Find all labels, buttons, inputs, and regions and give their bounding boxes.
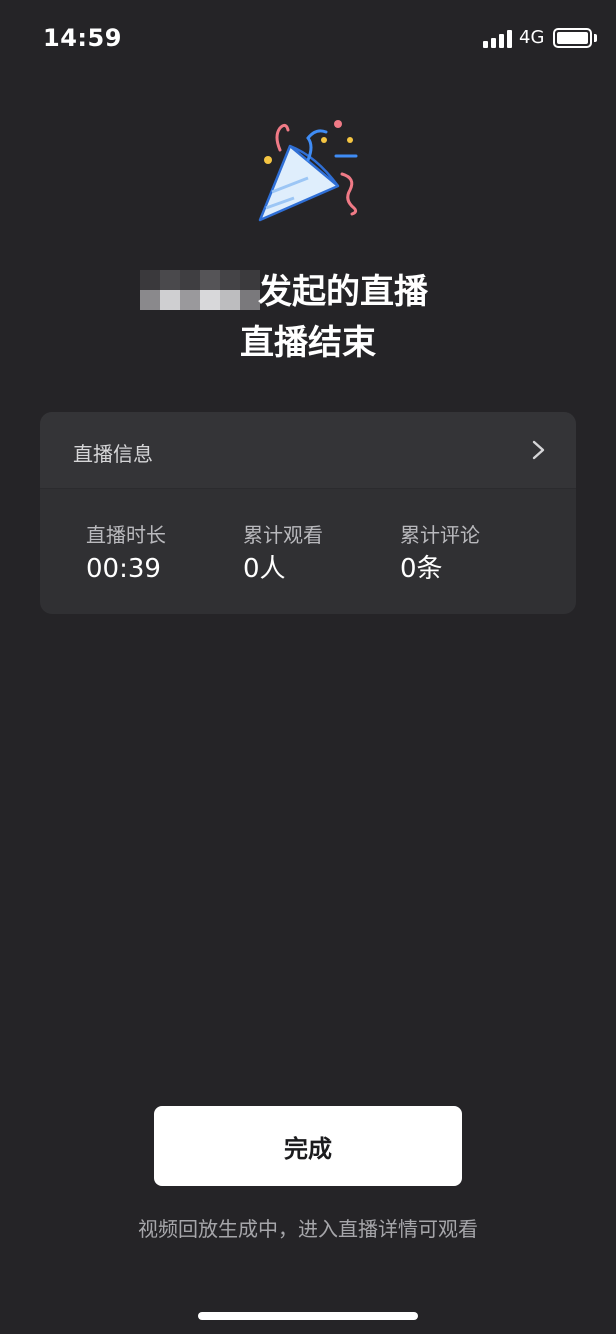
live-info-title: 直播信息 [73, 442, 153, 466]
stat-label: 累计观看 [243, 523, 323, 547]
title-line-1: 发起的直播 [140, 270, 480, 314]
stat-value: 0人 [243, 554, 286, 584]
stat-views: 累计观看 0人 [243, 520, 393, 586]
stat-duration: 直播时长 00:39 [86, 520, 236, 586]
stat-comments: 累计评论 0条 [400, 520, 550, 586]
card-divider [40, 488, 576, 489]
screen: 14:59 4G 发起的直播 直播结束 直播信息 直播时长 00:39 累计观看… [0, 0, 616, 1334]
signal-icon [483, 30, 513, 48]
stat-label: 累计评论 [400, 523, 480, 547]
battery-icon [553, 28, 592, 48]
home-indicator[interactable] [198, 1312, 418, 1320]
title-suffix: 发起的直播 [258, 272, 428, 312]
network-type: 4G [519, 27, 545, 48]
live-info-header[interactable]: 直播信息 [40, 412, 576, 488]
live-info-card: 直播信息 直播时长 00:39 累计观看 0人 累计评论 0条 [40, 412, 576, 614]
page-title: 直播结束 [240, 323, 376, 363]
stat-value: 00:39 [86, 554, 161, 584]
stat-label: 直播时长 [86, 523, 166, 547]
status-bar: 14:59 4G [0, 0, 616, 76]
status-time: 14:59 [43, 24, 122, 52]
blurred-username [140, 270, 264, 314]
replay-hint: 视频回放生成中，进入直播详情可观看 [138, 1217, 478, 1241]
chevron-right-icon[interactable] [528, 438, 550, 462]
party-popper-icon [258, 120, 358, 222]
done-button[interactable]: 完成 [154, 1106, 462, 1186]
battery-cap [594, 34, 597, 42]
stat-value: 0条 [400, 554, 443, 584]
